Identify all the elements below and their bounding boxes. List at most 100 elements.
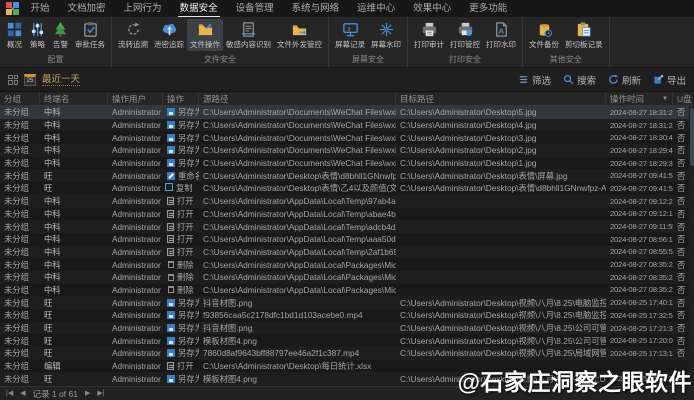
column-header-operation[interactable]: 操作	[163, 92, 199, 105]
table-body: 未分组中科Administrator另存为C:\Users\Administra…	[0, 106, 694, 386]
table-row[interactable]: 未分组中科Administrator另存为C:\Users\Administra…	[0, 119, 694, 132]
cell-terminal: 中科	[40, 284, 108, 296]
table-row[interactable]: 未分组中科Administrator另存为C:\Users\Administra…	[0, 144, 694, 157]
ribbon-group-config: 概况 策略 告警 审批任务 配置	[0, 17, 112, 67]
next-page-button[interactable]: ▶	[85, 389, 90, 399]
cell-time: 2024-08-27 18:31:21	[606, 121, 673, 130]
save-operation-icon	[167, 324, 175, 332]
tab-device-mgmt[interactable]: 设备管理	[234, 1, 276, 16]
flow-trace-button[interactable]: 流转追溯	[115, 19, 151, 51]
cell-op: 删除	[163, 284, 199, 296]
export-button[interactable]: 导出	[653, 73, 686, 87]
copy-operation-icon	[167, 185, 173, 191]
cell-terminal: 中科	[40, 106, 108, 118]
cell-group: 未分组	[0, 157, 40, 169]
cell-group: 未分组	[0, 373, 40, 385]
tab-doc-encrypt[interactable]: 文档加密	[66, 1, 108, 16]
cell-terminal: 中科	[40, 221, 108, 233]
file-backup-icon	[536, 21, 553, 38]
filter-button[interactable]: 筛选	[518, 73, 551, 87]
table-row[interactable]: 未分组中科Administrator打开C:\Users\Administrat…	[0, 195, 694, 208]
scrollbar-thumb[interactable]	[690, 108, 694, 166]
column-header-group[interactable]: 分组	[0, 92, 40, 105]
clipboard-record-button[interactable]: 剪切板记录	[562, 19, 606, 51]
refresh-button[interactable]: 刷新	[608, 73, 641, 87]
open-operation-icon	[167, 248, 174, 256]
sort-desc-icon[interactable]: ▼	[662, 92, 668, 105]
cell-dst: C:\Users\Administrator\Desktop\5.jpg	[396, 107, 606, 117]
svg-text:A: A	[498, 26, 504, 35]
prev-page-button[interactable]: ◀	[20, 389, 25, 399]
column-header-terminal[interactable]: 终端名	[40, 92, 108, 105]
cell-terminal: 中科	[40, 157, 108, 169]
screen-watermark-button[interactable]: 屏幕水印	[368, 19, 404, 51]
tab-system-network[interactable]: 系统与网络	[290, 1, 342, 16]
file-operation-button[interactable]: 文件操作	[187, 19, 223, 51]
table-row[interactable]: 未分组中科Administrator另存为C:\Users\Administra…	[0, 106, 694, 119]
cell-terminal: 旺	[40, 335, 108, 347]
column-header-target-path[interactable]: 目标路径	[396, 92, 606, 105]
table-row[interactable]: 未分组旺Administrator复制C:\Users\Administrato…	[0, 182, 694, 195]
table-row[interactable]: 未分组中科Administrator删除C:\Users\Administrat…	[0, 258, 694, 271]
tab-data-security[interactable]: 数据安全	[178, 1, 220, 17]
tab-effect-center[interactable]: 效果中心	[411, 1, 453, 16]
cell-dst: C:\Users\Administrator\Desktop\4.jpg	[396, 120, 606, 130]
table-row[interactable]: 未分组中科Administrator打开C:\Users\Administrat…	[0, 246, 694, 259]
approval-task-button[interactable]: 审批任务	[72, 19, 108, 51]
overview-button[interactable]: 概况	[3, 19, 26, 51]
table-row[interactable]: 未分组旺Administrator另存为模板材图4.pngC:\Users\Ad…	[0, 334, 694, 347]
cell-time: 2024-08-27 08:35:21	[606, 260, 673, 269]
column-header-source-path[interactable]: 源路径	[199, 92, 396, 105]
cell-user: Administrator	[108, 133, 163, 143]
table-row[interactable]: 未分组旺Administrator重命名C:\Users\Administrat…	[0, 169, 694, 182]
print-watermark-button[interactable]: A 打印水印	[483, 19, 519, 51]
cell-terminal: 中科	[40, 195, 108, 207]
app-logo-button[interactable]: ▾	[6, 2, 15, 15]
tab-more-features[interactable]: 更多功能	[467, 1, 509, 16]
table-row[interactable]: 未分组中科Administrator删除C:\Users\Administrat…	[0, 284, 694, 297]
tab-ops-center[interactable]: 运维中心	[355, 1, 397, 16]
file-outgoing-button[interactable]: 文件外发管控	[274, 19, 325, 51]
search-button[interactable]: 搜索	[563, 73, 596, 87]
first-page-button[interactable]: |◀	[6, 389, 13, 399]
ribbon-group-label: 屏幕安全	[332, 53, 404, 67]
leak-trace-button[interactable]: 泄密追踪	[151, 19, 187, 51]
leak-trace-icon	[161, 21, 178, 38]
view-grid-icon[interactable]	[8, 75, 18, 85]
print-control-button[interactable]: 打印管控	[447, 19, 483, 51]
table-row[interactable]: 未分组旺Administrator另存为抖音材图.pngC:\Users\Adm…	[0, 322, 694, 335]
cell-group: 未分组	[0, 170, 40, 182]
table-row[interactable]: 未分组旺Administrator另存为f93856caa5c2178dfc1b…	[0, 309, 694, 322]
table-row[interactable]: 未分组旺Administrator另存为抖音材图.pngC:\Users\Adm…	[0, 296, 694, 309]
file-backup-button[interactable]: 文件备份	[526, 19, 562, 51]
table-row[interactable]: 未分组旺Administrator另存为7860d8af9643bff88797…	[0, 347, 694, 360]
table-row[interactable]: 未分组中科Administrator打开C:\Users\Administrat…	[0, 220, 694, 233]
last-page-button[interactable]: ▶|	[97, 389, 104, 399]
table-row[interactable]: 未分组中科Administrator另存为C:\Users\Administra…	[0, 157, 694, 170]
column-header-time[interactable]: 操作时间▼	[606, 92, 673, 105]
print-audit-button[interactable]: 打印审计	[411, 19, 447, 51]
screen-record-button[interactable]: z 屏幕记录	[332, 19, 368, 51]
table-row[interactable]: 未分组中科Administrator打开C:\Users\Administrat…	[0, 208, 694, 221]
column-header-usb[interactable]: U盘	[673, 92, 694, 105]
save-operation-icon	[167, 349, 175, 357]
table-row[interactable]: 未分组中科Administrator删除C:\Users\Administrat…	[0, 271, 694, 284]
date-range-selector[interactable]: 最近一天	[42, 74, 80, 86]
column-header-user[interactable]: 操作用户	[108, 92, 163, 105]
cell-op: 打开	[163, 221, 199, 233]
cell-group: 未分组	[0, 297, 40, 309]
ribbon-group-label: 文件安全	[115, 53, 325, 67]
alert-button[interactable]: 告警	[49, 19, 72, 51]
tab-start[interactable]: 开始	[29, 1, 52, 16]
table-row[interactable]: 未分组中科Administrator打开C:\Users\Administrat…	[0, 233, 694, 246]
vertical-scrollbar[interactable]	[689, 106, 694, 386]
sensitive-content-button[interactable]: 敏感内容识别	[223, 19, 274, 51]
filter-icon	[518, 74, 529, 85]
policy-button[interactable]: 策略	[26, 19, 49, 51]
cell-dst: C:\Users\Administrator\Desktop\3.jpg	[396, 133, 606, 143]
cell-op: 另存为	[163, 335, 199, 347]
tab-web-behavior[interactable]: 上网行为	[122, 1, 164, 16]
cell-op: 另存为	[163, 144, 199, 156]
cell-terminal: 中科	[40, 233, 108, 245]
table-row[interactable]: 未分组中科Administrator另存为C:\Users\Administra…	[0, 131, 694, 144]
